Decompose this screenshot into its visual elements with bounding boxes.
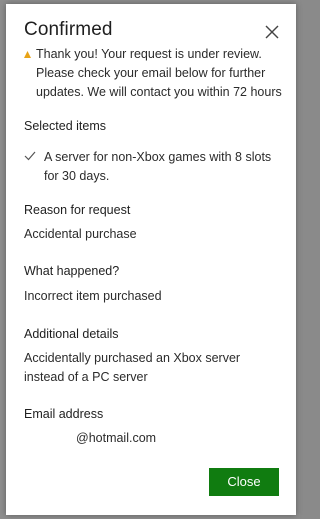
warning-icon xyxy=(24,51,31,58)
dialog-title: Confirmed xyxy=(24,19,113,40)
selected-item: A server for non-Xbox games with 8 slots… xyxy=(24,148,284,186)
email-label: Email address xyxy=(24,407,104,421)
additional-details-value: Accidentally purchased an Xbox server in… xyxy=(24,351,241,384)
selected-items-label: Selected items xyxy=(24,119,106,133)
check-icon xyxy=(24,151,36,161)
close-icon[interactable] xyxy=(264,24,280,40)
selected-item-text: A server for non-Xbox games with 8 slots… xyxy=(44,150,272,183)
reason-label: Reason for request xyxy=(24,203,131,217)
additional-details-label: Additional details xyxy=(24,327,119,341)
what-happened-label: What happened? xyxy=(24,264,120,278)
confirmation-dialog: Confirmed Thank you! Your request is und… xyxy=(6,4,296,515)
review-notice: Thank you! Your request is under review.… xyxy=(24,45,286,102)
email-value: @hotmail.com xyxy=(76,431,157,445)
close-button[interactable]: Close xyxy=(209,468,279,496)
notice-text: Thank you! Your request is under review.… xyxy=(36,47,282,99)
reason-value: Accidental purchase xyxy=(24,227,137,241)
what-happened-value: Incorrect item purchased xyxy=(24,289,162,303)
